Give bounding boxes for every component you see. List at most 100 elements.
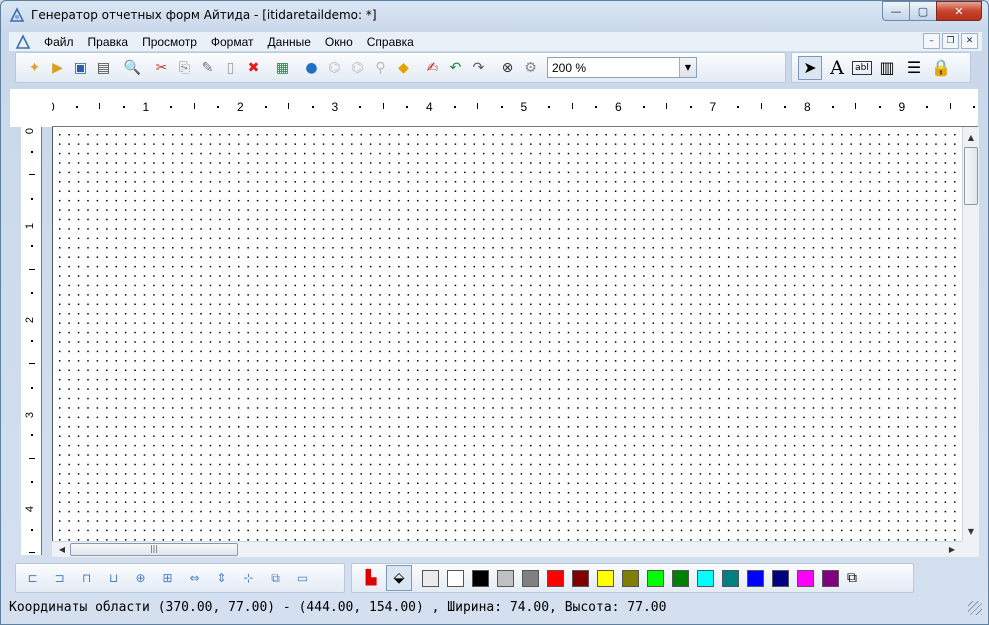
ruler-tick: [500, 106, 503, 108]
color-swatch[interactable]: [747, 569, 764, 587]
lock-tool-icon[interactable]: 🔒: [929, 56, 953, 80]
zoom-select[interactable]: 200 % ▼: [547, 57, 697, 78]
ruler-tick: [477, 103, 479, 109]
align-center-vertical-icon[interactable]: ⊞: [157, 569, 178, 587]
color-swatch[interactable]: [622, 569, 639, 587]
ruler-tick: [382, 103, 384, 109]
color-swatch[interactable]: [447, 569, 464, 587]
ruler-label: 1: [24, 222, 37, 229]
color-swatch[interactable]: [672, 569, 689, 587]
same-width-icon[interactable]: ⇔: [184, 569, 205, 587]
ruler-tick: [29, 268, 35, 270]
vertical-scrollbar[interactable]: ▲ ▼: [962, 127, 979, 541]
align-right-icon[interactable]: ⊐: [49, 569, 70, 587]
save-icon[interactable]: ▣: [70, 57, 91, 78]
barcode-tool-icon[interactable]: ▥: [875, 56, 899, 80]
scroll-right-icon[interactable]: ▶: [944, 542, 960, 557]
align-top-icon[interactable]: ⊓: [76, 569, 97, 587]
ruler-tick: [217, 106, 220, 108]
align-bottom-icon[interactable]: ⊔: [103, 569, 124, 587]
resize-grip[interactable]: [968, 601, 982, 615]
ruler-tick: [31, 197, 33, 200]
export-excel-icon[interactable]: ▦: [272, 57, 293, 78]
field-tool-icon[interactable]: abl: [852, 60, 872, 75]
scroll-left-icon[interactable]: ◀: [54, 542, 70, 557]
open-icon[interactable]: ▶: [47, 57, 68, 78]
horizontal-scrollbar[interactable]: ◀ ||| ▶: [52, 541, 962, 557]
menu-edit[interactable]: Правка: [81, 35, 136, 49]
color-swatch[interactable]: [797, 569, 814, 587]
delete-icon[interactable]: ✖: [243, 57, 264, 78]
menu-file[interactable]: Файл: [37, 35, 81, 49]
color-swatch[interactable]: [547, 569, 564, 587]
warning-icon[interactable]: ◆: [393, 57, 414, 78]
scroll-up-icon[interactable]: ▲: [963, 129, 979, 145]
ungroup-icon[interactable]: ⌬: [347, 57, 368, 78]
browser-icon[interactable]: ●: [301, 57, 322, 78]
align-center-horizontal-icon[interactable]: ⊕: [130, 569, 151, 587]
ruler-tick: [311, 106, 314, 108]
color-swatch[interactable]: [522, 569, 539, 587]
fill-color-icon[interactable]: ⬙: [386, 565, 412, 591]
title-bar[interactable]: Генератор отчетных форм Айтида - [itidar…: [1, 1, 988, 31]
properties-icon[interactable]: ✍: [422, 57, 443, 78]
ruler-tick: [31, 339, 33, 342]
print-icon[interactable]: ▤: [93, 57, 114, 78]
paste-icon[interactable]: ▯: [220, 57, 241, 78]
more-colors-icon[interactable]: ⧉: [847, 570, 857, 586]
horizontal-scroll-thumb[interactable]: |||: [70, 543, 238, 556]
doc-minimize-button[interactable]: –: [923, 33, 940, 49]
color-swatch[interactable]: [572, 569, 589, 587]
maximize-button[interactable]: ▢: [909, 1, 936, 21]
minimize-button[interactable]: —: [882, 1, 909, 21]
report-design-canvas[interactable]: [52, 127, 962, 541]
chevron-down-icon[interactable]: ▼: [679, 58, 696, 77]
color-swatch[interactable]: [822, 569, 839, 587]
menu-view[interactable]: Просмотр: [135, 35, 204, 49]
pointer-tool-icon[interactable]: ➤: [798, 55, 822, 80]
text-tool-icon[interactable]: A: [825, 56, 849, 80]
color-swatch[interactable]: [597, 569, 614, 587]
color-swatch[interactable]: [647, 569, 664, 587]
doc-restore-button[interactable]: ❐: [942, 33, 959, 49]
ruler-label: 8: [804, 100, 811, 114]
same-size-icon[interactable]: ⊹: [238, 569, 259, 587]
menu-format[interactable]: Формат: [204, 35, 261, 49]
document-system-menu-icon[interactable]: [15, 33, 31, 50]
cut-icon[interactable]: ✂: [151, 57, 172, 78]
color-swatch[interactable]: [497, 569, 514, 587]
link-icon[interactable]: ⚲: [370, 57, 391, 78]
copy-icon[interactable]: ⎘: [174, 57, 195, 78]
color-swatch[interactable]: [722, 569, 739, 587]
ruler-label: 7: [709, 100, 717, 114]
align-left-icon[interactable]: ⊏: [22, 569, 43, 587]
ruler-label: 4: [426, 100, 433, 114]
same-height-icon[interactable]: ⇕: [211, 569, 232, 587]
undo-icon[interactable]: ↶: [445, 57, 466, 78]
redo-icon[interactable]: ↷: [468, 57, 489, 78]
status-bar: Координаты области (370.00, 77.00) - (44…: [9, 597, 984, 617]
preview-icon[interactable]: 🔍: [122, 57, 143, 78]
send-to-back-icon[interactable]: ▭: [292, 569, 313, 587]
menu-data[interactable]: Данные: [261, 35, 318, 49]
ruler-label: 3: [24, 411, 37, 418]
app-window: Генератор отчетных форм Айтида - [itidar…: [0, 0, 989, 625]
color-swatch[interactable]: [472, 569, 489, 587]
color-swatch[interactable]: [697, 569, 714, 587]
color-swatch[interactable]: [422, 569, 439, 587]
settings-icon[interactable]: ⚙: [520, 57, 541, 78]
group-icon[interactable]: ⌬: [324, 57, 345, 78]
format-painter-icon[interactable]: ✎: [197, 57, 218, 78]
stop-icon[interactable]: ⊗: [497, 57, 518, 78]
menu-help[interactable]: Справка: [360, 35, 421, 49]
menu-window[interactable]: Окно: [318, 35, 360, 49]
bring-to-front-icon[interactable]: ⧉: [265, 569, 286, 587]
vertical-scroll-thumb[interactable]: [964, 147, 978, 205]
color-swatch[interactable]: [772, 569, 789, 587]
scroll-down-icon[interactable]: ▼: [963, 523, 979, 539]
font-color-icon[interactable]: ▙: [358, 565, 384, 591]
new-icon[interactable]: ✦: [24, 57, 45, 78]
close-button[interactable]: ✕: [936, 1, 982, 21]
doc-close-button[interactable]: ✕: [961, 33, 978, 49]
table-tool-icon[interactable]: ☰: [902, 56, 926, 80]
